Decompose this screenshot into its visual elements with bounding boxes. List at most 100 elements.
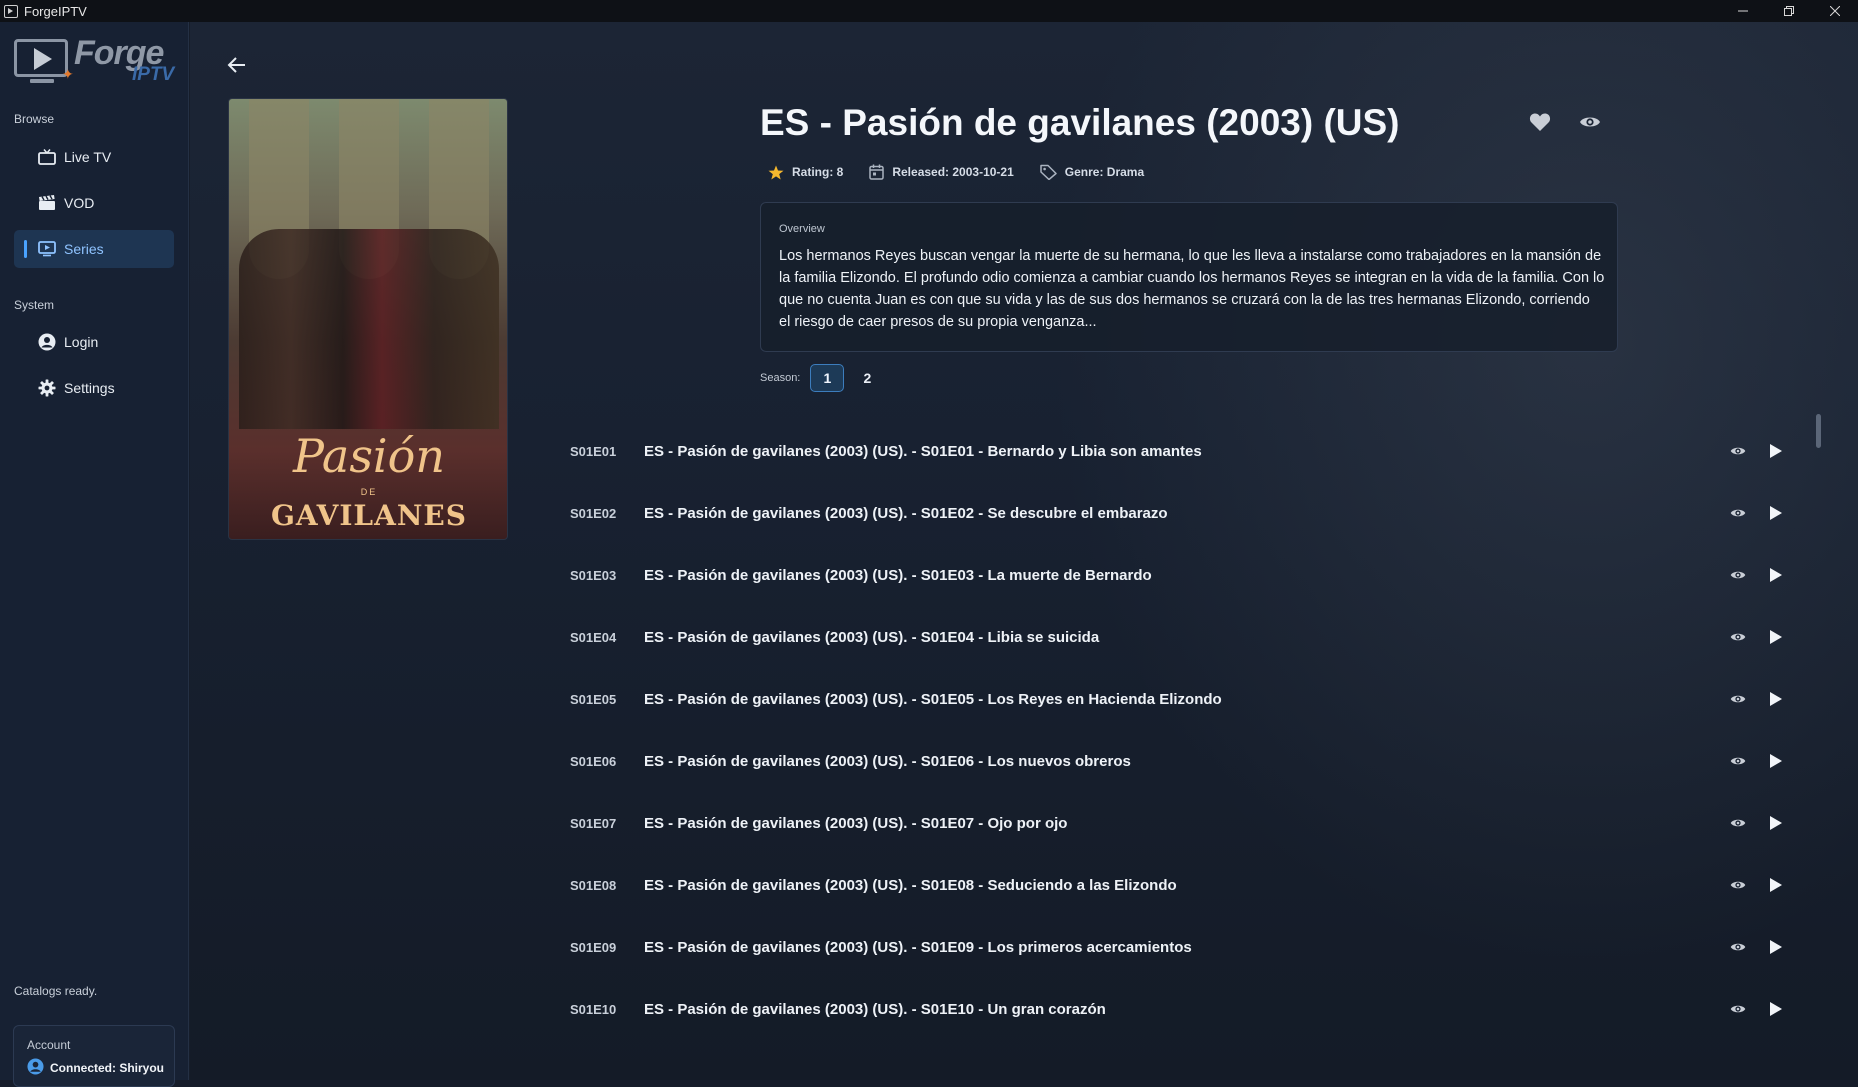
episode-watched-button[interactable] (1728, 503, 1748, 523)
catalog-status: Catalogs ready. (14, 984, 98, 998)
episode-code: S01E03 (570, 567, 617, 583)
episode-row[interactable]: S01E05 ES - Pasión de gavilanes (2003) (U… (570, 668, 1830, 730)
episode-play-button[interactable] (1766, 874, 1786, 896)
eye-icon (1730, 1005, 1746, 1013)
calendar-icon (869, 164, 885, 180)
play-icon (1770, 816, 1782, 830)
restore-icon (1784, 6, 1794, 16)
sidebar-item-vod[interactable]: VOD (14, 184, 174, 222)
episode-watched-button[interactable] (1728, 875, 1748, 895)
episode-code: S01E07 (570, 815, 617, 831)
episode-row[interactable]: S01E08 ES - Pasión de gavilanes (2003) (U… (570, 854, 1830, 916)
play-icon (1770, 692, 1782, 706)
overview-label: Overview (779, 223, 825, 235)
window-title: ForgeIPTV (24, 3, 87, 19)
tag-icon (1040, 164, 1057, 180)
episode-play-button[interactable] (1766, 936, 1786, 958)
genre-text: Genre: Drama (1064, 165, 1145, 179)
episode-row[interactable]: S01E10 ES - Pasión de gavilanes (2003) (U… (570, 978, 1830, 1040)
episode-title: ES - Pasión de gavilanes (2003) (US). - … (644, 442, 1202, 460)
tv-icon (38, 149, 62, 165)
close-icon (1830, 6, 1840, 16)
episode-row[interactable]: S01E02 ES - Pasión de gavilanes (2003) (U… (570, 482, 1830, 544)
eye-icon (1730, 881, 1746, 889)
episode-play-button[interactable] (1766, 750, 1786, 772)
episode-play-button[interactable] (1766, 998, 1786, 1020)
poster-title-line2: DE (360, 487, 378, 497)
genre: Genre: Drama (1040, 164, 1144, 180)
episode-code: S01E05 (570, 691, 617, 707)
browse-section-label: Browse (14, 112, 55, 126)
title-actions (1526, 108, 1604, 136)
favorite-button[interactable] (1526, 108, 1554, 136)
restore-button[interactable] (1766, 0, 1812, 22)
episode-title: ES - Pasión de gavilanes (2003) (US). - … (644, 504, 1168, 522)
overview-panel: Overview Los hermanos Reyes buscan venga… (760, 202, 1618, 352)
episode-title: ES - Pasión de gavilanes (2003) (US). - … (644, 876, 1177, 894)
arrow-left-icon (227, 57, 245, 73)
season-1-button[interactable]: 1 (810, 364, 845, 392)
series-icon (38, 241, 62, 257)
episode-watched-button[interactable] (1728, 937, 1748, 957)
play-icon (1770, 568, 1782, 582)
episode-title: ES - Pasión de gavilanes (2003) (US). - … (644, 752, 1131, 770)
episode-play-button[interactable] (1766, 812, 1786, 834)
episode-watched-button[interactable] (1728, 441, 1748, 461)
episode-watched-button[interactable] (1728, 565, 1748, 585)
episode-play-button[interactable] (1766, 688, 1786, 710)
eye-icon (1730, 943, 1746, 951)
episode-row[interactable]: S01E04 ES - Pasión de gavilanes (2003) (U… (570, 606, 1830, 668)
episode-play-button[interactable] (1766, 564, 1786, 586)
episode-code: S01E01 (570, 443, 617, 459)
sidebar: ✦ Forge IPTV Browse Live TV VOD Series S… (0, 22, 189, 1087)
episode-list-scrollbar[interactable] (1816, 414, 1821, 448)
episode-row[interactable]: S01E01 ES - Pasión de gavilanes (2003) (U… (570, 420, 1830, 482)
episode-watched-button[interactable] (1728, 751, 1748, 771)
episode-row[interactable]: S01E06 ES - Pasión de gavilanes (2003) (U… (570, 730, 1830, 792)
episode-code: S01E09 (570, 939, 617, 955)
close-button[interactable] (1812, 0, 1858, 22)
episode-code: S01E06 (570, 753, 617, 769)
minimize-button[interactable] (1720, 0, 1766, 22)
episode-watched-button[interactable] (1728, 689, 1748, 709)
rating-text: Rating: 8 (792, 165, 844, 179)
episode-title: ES - Pasión de gavilanes (2003) (US). - … (644, 628, 1100, 646)
minimize-icon (1738, 10, 1748, 12)
play-icon (1770, 754, 1782, 768)
sidebar-item-login[interactable]: Login (14, 323, 174, 361)
sidebar-item-live-tv[interactable]: Live TV (14, 138, 174, 176)
episode-watched-button[interactable] (1728, 813, 1748, 833)
account-panel[interactable]: Account Connected: Shiryou (13, 1025, 175, 1087)
poster-title-line1: Pasión (293, 429, 445, 483)
episode-play-button[interactable] (1766, 440, 1786, 462)
sidebar-item-series[interactable]: Series (14, 230, 174, 268)
user-circle-icon (38, 333, 62, 351)
star-icon (768, 165, 784, 180)
season-label: Season: (760, 372, 801, 384)
clapperboard-icon (38, 195, 62, 211)
back-button[interactable] (222, 50, 252, 80)
sidebar-item-label: Live TV (64, 149, 112, 165)
episode-title: ES - Pasión de gavilanes (2003) (US). - … (644, 814, 1068, 832)
play-icon (1770, 878, 1782, 892)
app-icon (4, 4, 18, 18)
episode-row[interactable]: S01E07 ES - Pasión de gavilanes (2003) (U… (570, 792, 1830, 854)
season-2-button[interactable]: 2 (850, 364, 884, 392)
sidebar-item-settings[interactable]: Settings (14, 369, 174, 407)
episode-watched-button[interactable] (1728, 999, 1748, 1019)
episode-row[interactable]: S01E09 ES - Pasión de gavilanes (2003) (U… (570, 916, 1830, 978)
user-circle-icon (27, 1058, 44, 1078)
gear-icon (38, 379, 62, 397)
episode-watched-button[interactable] (1728, 627, 1748, 647)
eye-icon (1730, 571, 1746, 579)
episode-row[interactable]: S01E03 ES - Pasión de gavilanes (2003) (U… (570, 544, 1830, 606)
play-icon (1770, 940, 1782, 954)
watched-toggle-button[interactable] (1576, 108, 1604, 136)
poster-figures (239, 229, 499, 429)
episode-play-button[interactable] (1766, 502, 1786, 524)
episode-title: ES - Pasión de gavilanes (2003) (US). - … (644, 938, 1192, 956)
episode-title: ES - Pasión de gavilanes (2003) (US). - … (644, 690, 1222, 708)
rating: Rating: 8 (768, 164, 843, 180)
episode-play-button[interactable] (1766, 626, 1786, 648)
episode-title: ES - Pasión de gavilanes (2003) (US). - … (644, 566, 1152, 584)
